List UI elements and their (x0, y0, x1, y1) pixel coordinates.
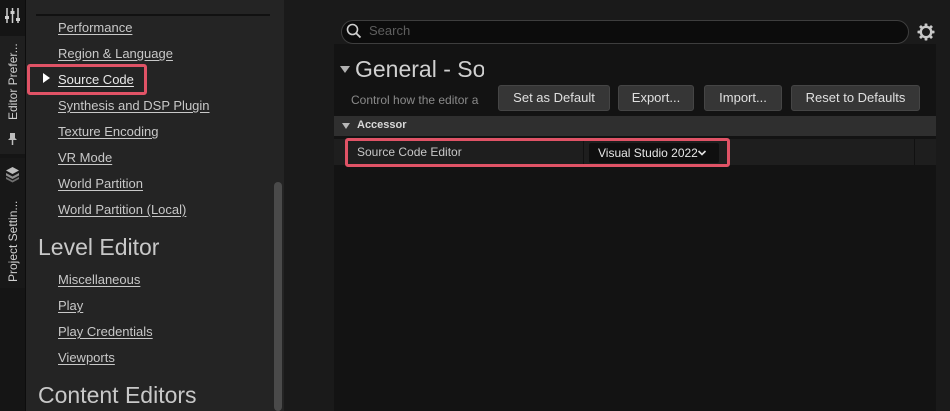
details-description: Control how the editor a (351, 93, 479, 107)
collapse-arrow-icon (340, 66, 350, 73)
nav-item-synthesis-dsp[interactable]: Synthesis and DSP Plugin (58, 98, 210, 113)
source-code-editor-dropdown[interactable]: Visual Studio 2022 (589, 143, 719, 163)
tab-editor-preferences[interactable]: Editor Prefer... (0, 36, 25, 154)
nav-item-texture-encoding[interactable]: Texture Encoding (58, 124, 158, 139)
tab-project-settings-label: Project Settin... (6, 200, 20, 282)
nav-item-play-credentials[interactable]: Play Credentials (58, 324, 153, 339)
nav-item-play[interactable]: Play (58, 298, 83, 313)
nav-item-vr-mode[interactable]: VR Mode (58, 150, 112, 165)
search-placeholder: Search (369, 23, 411, 38)
pin-icon[interactable] (7, 132, 18, 146)
search-input[interactable] (341, 20, 909, 44)
cube-stack-icon (6, 167, 19, 183)
export-button[interactable]: Export... (618, 85, 694, 111)
section-heading-content-editors: Content Editors (38, 382, 197, 408)
reset-to-defaults-button[interactable]: Reset to Defaults (791, 85, 920, 111)
column-divider (914, 139, 915, 165)
dropdown-selected-value: Visual Studio 2022 (598, 146, 698, 160)
property-label: Source Code Editor (357, 145, 462, 159)
search-icon (346, 23, 362, 39)
chevron-down-icon (697, 150, 707, 156)
category-accessor-label: Accessor (357, 119, 407, 131)
vertical-tab-strip: Editor Prefer... Project Settin... (0, 0, 26, 411)
collapse-arrow-icon (342, 123, 350, 129)
nav-scrollbar[interactable] (274, 182, 282, 411)
sliders-icon (5, 8, 20, 23)
tab-editor-preferences-label: Editor Prefer... (6, 43, 20, 120)
nav-item-viewports[interactable]: Viewports (58, 350, 115, 365)
nav-item-source-code[interactable]: Source Code (58, 72, 134, 87)
nav-item-performance[interactable]: Performance (58, 20, 132, 35)
column-divider[interactable] (583, 139, 584, 165)
category-accessor-bar[interactable] (334, 116, 936, 136)
nav-top-divider (36, 14, 270, 16)
set-as-default-button[interactable]: Set as Default (498, 85, 610, 111)
details-title: General - So (355, 56, 484, 82)
tab-strip-header[interactable] (0, 0, 25, 34)
nav-item-world-partition[interactable]: World Partition (58, 176, 143, 191)
gear-icon[interactable] (917, 23, 935, 41)
nav-item-world-partition-local[interactable]: World Partition (Local) (58, 202, 186, 217)
nav-item-miscellaneous[interactable]: Miscellaneous (58, 272, 140, 287)
general-header[interactable]: General - So (334, 56, 484, 86)
tab-project-settings[interactable]: Project Settin... (0, 158, 25, 288)
import-button[interactable]: Import... (704, 85, 782, 111)
selected-arrow-icon (43, 73, 50, 83)
nav-item-region-language[interactable]: Region & Language (58, 46, 173, 61)
section-heading-level-editor: Level Editor (38, 234, 160, 260)
